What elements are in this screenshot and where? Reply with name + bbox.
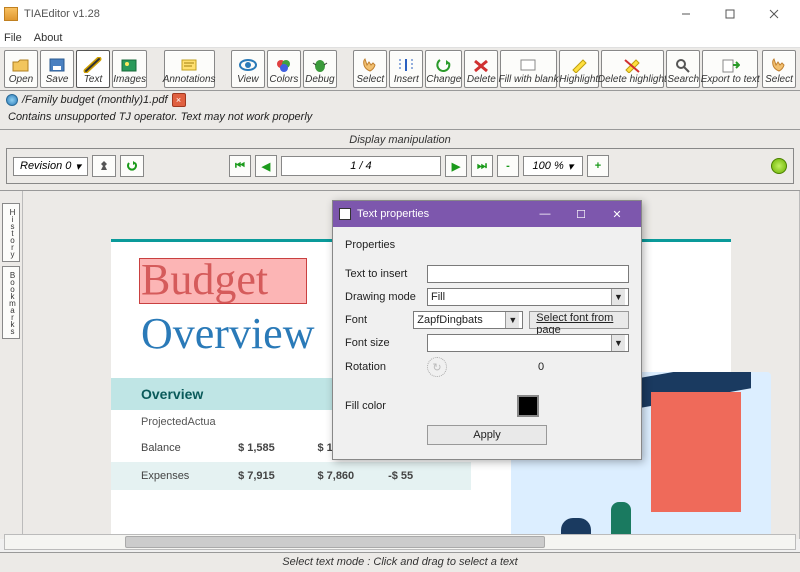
drawing-mode-dropdown[interactable]: Fill▼: [427, 288, 629, 306]
document-tab-row: /Family budget (monthly)1.pdf ×: [0, 91, 800, 109]
open-button[interactable]: Open: [4, 50, 38, 88]
warning-message: Contains unsupported TJ operator. Text m…: [0, 109, 800, 130]
col-projected: Projected: [141, 416, 187, 428]
images-button[interactable]: Images: [112, 50, 147, 88]
rotation-value: 0: [453, 361, 629, 373]
delete-highlight-button[interactable]: Delete highlight: [601, 50, 664, 88]
change-button[interactable]: Change: [425, 50, 462, 88]
insert-button[interactable]: Insert: [389, 50, 423, 88]
window-titlebar: TIAEditor v1.28: [0, 0, 800, 28]
dialog-titlebar[interactable]: Text properties ― ☐ ✕: [333, 201, 641, 227]
select-right-button[interactable]: Select: [762, 50, 796, 88]
fill-with-blank-button[interactable]: Fill with blank: [500, 50, 556, 88]
menubar: File About: [0, 28, 800, 48]
font-size-dropdown[interactable]: ▼: [427, 334, 629, 352]
first-page-button[interactable]: ⏮: [229, 155, 251, 177]
debug-button[interactable]: Debug: [303, 50, 337, 88]
globe-icon: [6, 94, 18, 106]
dialog-close-button[interactable]: ✕: [599, 201, 635, 227]
status-bar: Select text mode : Click and drag to sel…: [0, 552, 800, 572]
revision-dropdown[interactable]: Revision 0▾: [13, 157, 88, 176]
fill-color-label: Fill color: [345, 400, 421, 412]
zoom-dropdown[interactable]: 100 %▾: [523, 156, 583, 176]
sidetab-history[interactable]: History: [2, 203, 20, 262]
export-to-text-button[interactable]: Export to text: [702, 50, 758, 88]
apply-button[interactable]: Apply: [427, 425, 547, 445]
view-button[interactable]: View: [231, 50, 265, 88]
maximize-button[interactable]: [708, 0, 752, 28]
dialog-icon: [339, 208, 351, 220]
horizontal-scrollbar[interactable]: [4, 534, 796, 550]
zoom-out-button[interactable]: -: [497, 155, 519, 177]
table-row: Expenses $ 7,915 $ 7,860 -$ 55: [111, 462, 471, 490]
document-tab-close[interactable]: ×: [172, 93, 186, 107]
font-size-label: Font size: [345, 337, 421, 349]
dialog-minimize-button[interactable]: ―: [527, 201, 563, 227]
minimize-button[interactable]: [664, 0, 708, 28]
next-page-button[interactable]: ▶: [445, 155, 467, 177]
drawing-mode-label: Drawing mode: [345, 291, 421, 303]
menu-about[interactable]: About: [34, 32, 63, 44]
display-frame: Revision 0▾ ⏮ ◀ 1 / 4 ▶ ⏭ - 100 %▾ +: [6, 148, 794, 184]
revision-pin-button[interactable]: [92, 155, 116, 177]
app-icon: [4, 7, 18, 21]
text-to-insert-label: Text to insert: [345, 268, 421, 280]
main-toolbar: Open Save Text Images Annotations View C…: [0, 48, 800, 91]
dialog-section-label: Properties: [345, 239, 629, 251]
text-properties-dialog: Text properties ― ☐ ✕ Properties Text to…: [332, 200, 642, 460]
doc-title-overview: Overview: [141, 308, 315, 359]
dialog-maximize-button[interactable]: ☐: [563, 201, 599, 227]
save-button[interactable]: Save: [40, 50, 74, 88]
col-actual: Actua: [187, 416, 215, 428]
display-legend: Display manipulation: [6, 134, 794, 146]
scrollbar-thumb[interactable]: [125, 536, 545, 548]
page-indicator[interactable]: 1 / 4: [281, 156, 441, 176]
text-selection-highlight[interactable]: [139, 258, 307, 304]
highlight-button[interactable]: Highlight: [559, 50, 599, 88]
select-font-from-page-button[interactable]: Select font from page: [529, 311, 629, 329]
annotations-button[interactable]: Annotations: [164, 50, 215, 88]
select-button[interactable]: Select: [353, 50, 387, 88]
delete-button[interactable]: Delete: [464, 50, 498, 88]
menu-file[interactable]: File: [4, 32, 22, 44]
prev-page-button[interactable]: ◀: [255, 155, 277, 177]
font-dropdown[interactable]: ZapfDingbats▼: [413, 311, 523, 329]
close-button[interactable]: [752, 0, 796, 28]
colors-button[interactable]: Colors: [267, 50, 301, 88]
last-page-button[interactable]: ⏭: [471, 155, 493, 177]
rotation-dial[interactable]: ↻: [427, 357, 447, 377]
fill-color-swatch[interactable]: [517, 395, 539, 417]
zoom-in-button[interactable]: +: [587, 155, 609, 177]
rotation-label: Rotation: [345, 361, 421, 373]
text-button[interactable]: Text: [76, 50, 110, 88]
document-tab-name[interactable]: /Family budget (monthly)1.pdf: [22, 94, 168, 106]
window-title: TIAEditor v1.28: [24, 8, 100, 20]
dialog-title: Text properties: [357, 208, 429, 220]
status-ball-icon[interactable]: [771, 158, 787, 174]
sidetab-bookmarks[interactable]: Bookmarks: [2, 266, 20, 339]
revision-refresh-button[interactable]: [120, 155, 144, 177]
text-to-insert-input[interactable]: [427, 265, 629, 283]
font-label: Font: [345, 314, 407, 326]
search-button[interactable]: Search: [666, 50, 700, 88]
